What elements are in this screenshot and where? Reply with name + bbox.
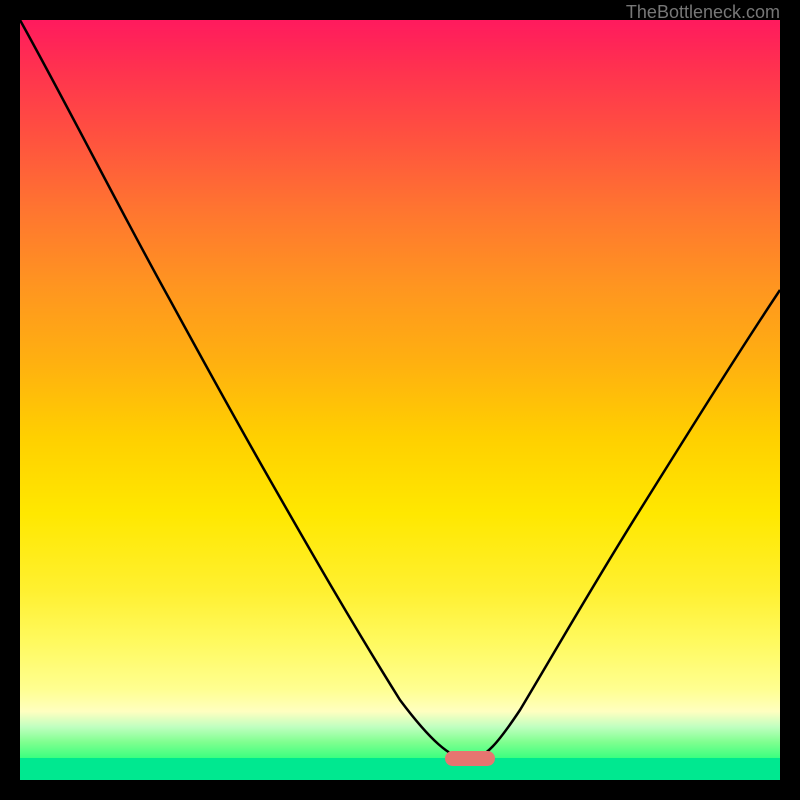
plot-area [20,20,780,780]
attribution-label: TheBottleneck.com [626,2,780,23]
optimal-range-marker [445,751,495,766]
chart-container: TheBottleneck.com [0,0,800,800]
bottleneck-curve-path [20,20,780,760]
bottleneck-curve-svg [20,20,780,780]
